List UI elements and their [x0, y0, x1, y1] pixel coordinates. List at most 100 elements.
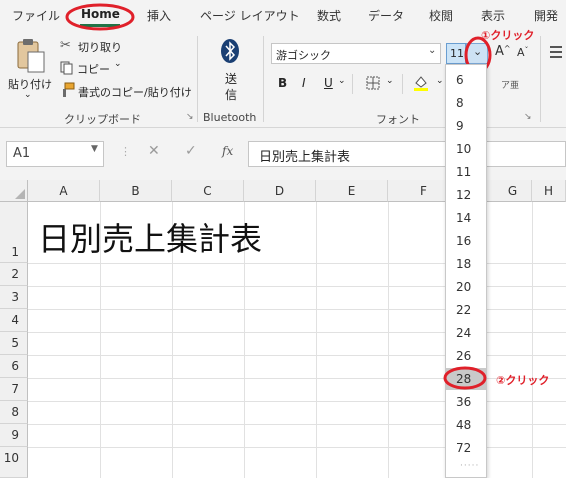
row-header-7[interactable]: 7 [0, 378, 28, 401]
font-size-option[interactable]: 36 [446, 391, 486, 413]
dialog-launcher-icon[interactable]: ↘ [524, 112, 532, 122]
resize-grip-icon[interactable]: ····· [460, 461, 479, 471]
italic-button[interactable]: I [302, 76, 306, 90]
copy-label: コピー [77, 63, 110, 76]
formula-input[interactable]: 日別売上集計表 [248, 141, 566, 167]
row-header-6[interactable]: 6 [0, 355, 28, 378]
font-group-label: フォント [376, 113, 420, 126]
scissors-icon: ✂ [60, 38, 71, 53]
row-header-2[interactable]: 2 [0, 263, 28, 286]
tab-file[interactable]: ファイル [12, 7, 60, 24]
fill-color-icon[interactable] [412, 74, 430, 92]
insert-function-button[interactable]: fx [222, 144, 233, 158]
bluetooth-group-label: Bluetooth [203, 111, 257, 124]
font-name-combo[interactable]: 游ゴシック ⌄ [271, 43, 441, 64]
gridline [316, 202, 317, 478]
font-size-option[interactable]: 18 [446, 253, 486, 275]
font-size-option[interactable]: 12 [446, 184, 486, 206]
font-size-option[interactable]: 48 [446, 414, 486, 436]
clipboard-group-label: クリップボード [64, 113, 141, 126]
chevron-down-icon: ⌄ [24, 90, 32, 100]
more-options-icon: ⋮ [120, 145, 131, 158]
column-header-d[interactable]: D [244, 180, 316, 202]
underline-button[interactable]: U [324, 76, 333, 90]
divider [352, 74, 353, 94]
formula-value: 日別売上集計表 [259, 150, 351, 165]
cancel-icon[interactable]: ✕ [148, 143, 160, 159]
chevron-down-icon[interactable]: ▼ [91, 144, 98, 154]
tab-review[interactable]: 校閲 [429, 7, 453, 24]
font-size-option[interactable]: 9 [446, 115, 486, 137]
tab-developer[interactable]: 開発 [534, 7, 558, 24]
increase-font-size-label: A [495, 44, 504, 59]
font-size-option[interactable]: 22 [446, 299, 486, 321]
font-size-option[interactable]: 10 [446, 138, 486, 160]
send-label-1: 送 [225, 72, 238, 86]
select-all-corner[interactable] [0, 180, 28, 202]
divider [402, 74, 403, 94]
font-size-option[interactable]: 20 [446, 276, 486, 298]
font-size-option[interactable]: 6 [446, 69, 486, 91]
column-header-h[interactable]: H [532, 180, 566, 202]
name-box[interactable]: A1 ▼ [6, 141, 104, 167]
row-header-8[interactable]: 8 [0, 401, 28, 424]
font-size-option[interactable]: 8 [446, 92, 486, 114]
tab-page-layout[interactable]: ページ レイアウト [200, 7, 300, 24]
furigana-icon[interactable]: ア亜 [501, 78, 519, 91]
row-header-4[interactable]: 4 [0, 309, 28, 332]
font-size-dropdown-list: 6 8 9 10 11 12 14 16 18 20 22 24 26 28 3… [445, 64, 487, 478]
borders-icon[interactable] [366, 76, 380, 90]
font-size-option[interactable]: 11 [446, 161, 486, 183]
row-header-5[interactable]: 5 [0, 332, 28, 355]
row-header-3[interactable]: 3 [0, 286, 28, 309]
decrease-font-size-label: A [517, 46, 525, 59]
increase-font-size-button[interactable]: A^ [495, 44, 511, 59]
tab-insert[interactable]: 挿入 [147, 7, 171, 24]
row-header-9[interactable]: 9 [0, 424, 28, 447]
copy-icon [60, 61, 73, 75]
format-painter-icon [63, 82, 75, 97]
chevron-down-icon[interactable]: ⌄ [386, 76, 394, 86]
cut-label: 切り取り [78, 41, 122, 54]
font-size-option[interactable]: 72 [446, 437, 486, 459]
row-header-10[interactable]: 10 [0, 447, 28, 478]
bold-button[interactable]: B [278, 76, 287, 90]
gridline [388, 202, 389, 478]
paste-button[interactable]: 貼り付け ⌄ [6, 36, 52, 104]
bluetooth-send-button[interactable]: 送 信 [215, 38, 245, 104]
select-all-icon [15, 189, 25, 199]
enter-icon[interactable]: ✓ [185, 143, 197, 159]
step2-callout: ②クリック [496, 374, 550, 387]
font-name-value: 游ゴシック [276, 49, 331, 62]
cell-a1[interactable]: 日別売上集計表 [38, 214, 262, 260]
bluetooth-icon [221, 39, 239, 63]
gridline [532, 202, 533, 478]
chevron-down-icon[interactable]: ⌄ [114, 59, 122, 69]
format-painter-label: 書式のコピー/貼り付け [78, 86, 192, 99]
send-label-2: 信 [225, 88, 238, 102]
column-header-e[interactable]: E [316, 180, 388, 202]
chevron-down-icon[interactable]: ⌄ [428, 45, 436, 56]
tab-data[interactable]: データ [368, 7, 404, 24]
paste-icon [17, 39, 45, 73]
tab-view[interactable]: 表示 [481, 7, 505, 24]
row-header-1[interactable]: 1 [0, 202, 28, 263]
tab-formulas[interactable]: 数式 [317, 7, 341, 24]
align-icon[interactable] [550, 46, 562, 58]
divider [263, 36, 264, 122]
divider [197, 36, 198, 122]
font-size-option[interactable]: 14 [446, 207, 486, 229]
divider [540, 36, 541, 122]
column-header-a[interactable]: A [28, 180, 100, 202]
chevron-down-icon[interactable]: ⌄ [338, 76, 346, 86]
step1-callout: ①クリック [481, 29, 535, 42]
font-size-option[interactable]: 24 [446, 322, 486, 344]
option-annotation-ellipse [443, 366, 487, 390]
dialog-launcher-icon[interactable]: ↘ [186, 112, 194, 122]
column-header-c[interactable]: C [172, 180, 244, 202]
chevron-down-icon[interactable]: ⌄ [436, 76, 444, 86]
column-header-b[interactable]: B [100, 180, 172, 202]
home-annotation-ellipse [65, 3, 135, 31]
font-size-option[interactable]: 16 [446, 230, 486, 252]
decrease-font-size-button[interactable]: Aˇ [517, 46, 529, 59]
